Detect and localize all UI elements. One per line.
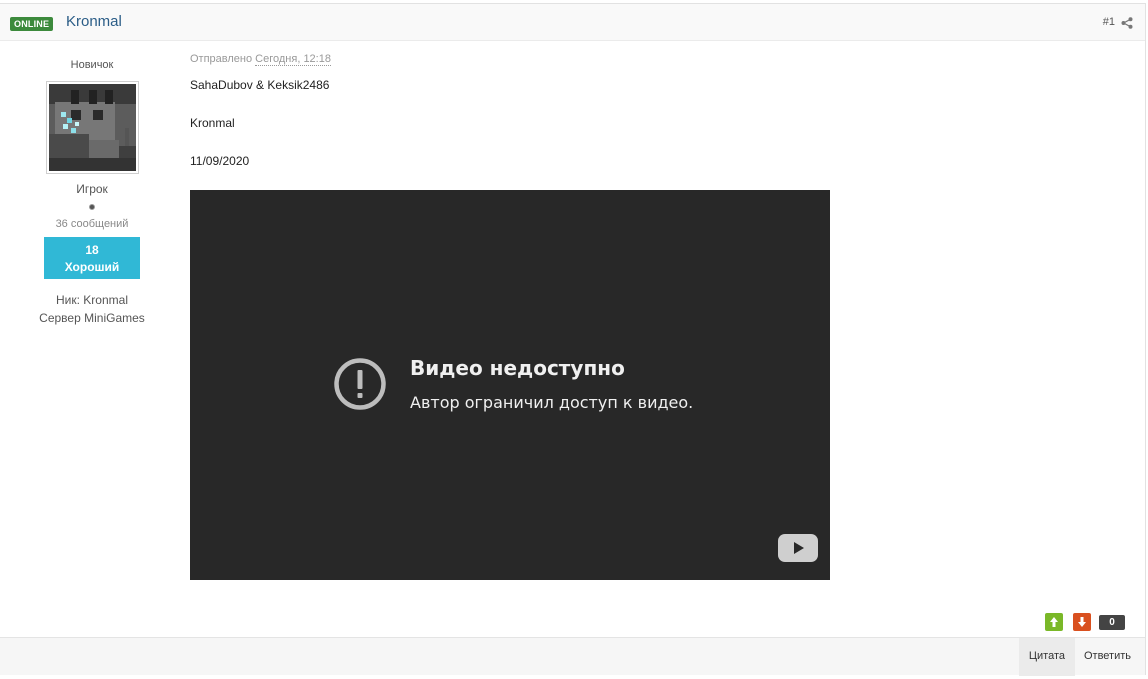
- post-footer: Цитата Ответить: [0, 637, 1145, 676]
- nick-value: Kronmal: [83, 293, 128, 307]
- video-embed[interactable]: Видео недоступно Автор ограничил доступ …: [190, 190, 830, 580]
- post-text-line: Kronmal: [190, 116, 235, 130]
- group-name: Игрок: [76, 182, 108, 196]
- quote-button[interactable]: Цитата: [1018, 638, 1075, 676]
- post-count: 36 сообщений: [55, 218, 129, 230]
- video-unavailable-message: Автор ограничил доступ к видео.: [410, 393, 694, 412]
- post-body: Отправлено Сегодня, 12:18 SahaDubov & Ke…: [190, 53, 1090, 580]
- video-unavailable-title: Видео недоступно: [410, 356, 625, 380]
- reputation-label: Хороший: [64, 260, 120, 274]
- posted-date-link[interactable]: Сегодня, 12:18: [255, 53, 331, 66]
- rank-pip-icon: [89, 204, 95, 210]
- post-date: Отправлено Сегодня, 12:18: [190, 53, 1090, 66]
- forum-post: ONLINE Kronmal #1 Новичок Игрок 36 сообщ…: [0, 3, 1146, 676]
- warning-icon: [333, 357, 387, 411]
- vote-count: 0: [1099, 615, 1125, 630]
- rank-title: Новичок: [70, 59, 114, 71]
- posted-label: Отправлено: [190, 53, 253, 65]
- post-header: ONLINE Kronmal #1: [0, 4, 1145, 41]
- author-info: Новичок Игрок 36 сообщений 18 Хороший Ни…: [30, 59, 154, 327]
- server-label: Сервер: [39, 311, 81, 325]
- author-name-link[interactable]: Kronmal: [66, 13, 122, 30]
- share-icon[interactable]: [1121, 16, 1133, 29]
- reputation-badge: 18 Хороший: [44, 237, 140, 279]
- post-text-line: 11/09/2020: [190, 154, 250, 168]
- vote-down-button[interactable]: [1073, 613, 1091, 631]
- nick-label: Ник:: [56, 293, 80, 307]
- reputation-value: 18: [85, 243, 99, 257]
- online-badge: ONLINE: [10, 17, 54, 31]
- server-value: MiniGames: [84, 311, 145, 325]
- avatar[interactable]: [45, 81, 139, 174]
- arrow-down-icon: [1078, 617, 1086, 627]
- post-text-line: SahaDubov & Keksik2486: [190, 78, 330, 92]
- arrow-up-icon: [1050, 617, 1058, 627]
- post-number-link[interactable]: #1: [1103, 16, 1115, 28]
- reply-button[interactable]: Ответить: [1074, 638, 1141, 676]
- youtube-play-icon[interactable]: [778, 534, 818, 562]
- profile-field-server: Сервер MiniGames: [30, 309, 154, 327]
- vote-up-button[interactable]: [1045, 613, 1063, 631]
- profile-field-nick: Ник: Kronmal: [30, 291, 154, 309]
